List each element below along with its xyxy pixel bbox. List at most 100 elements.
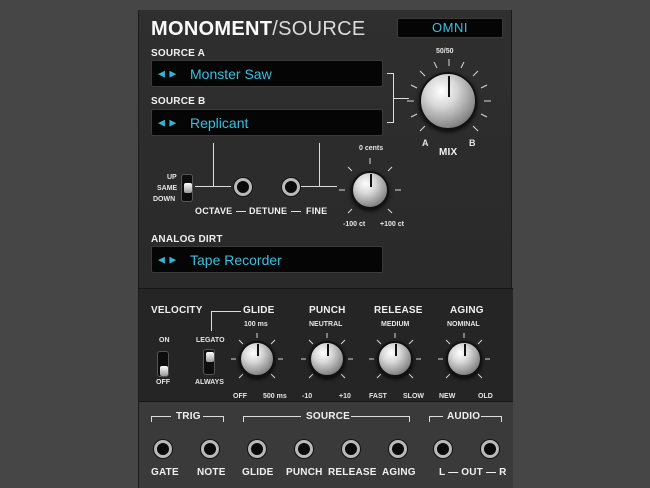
plugin-panel: MONOMENT/SOURCE OMNI SOURCE A ◀ ▶ Monste… [138, 10, 513, 488]
fine-max-label: +100 ct [380, 221, 404, 228]
octave-same-label: SAME [157, 185, 178, 192]
fine-connector [319, 143, 320, 186]
title-light: /SOURCE [272, 18, 366, 40]
octave-up-label: UP [167, 174, 177, 181]
punch-knob[interactable] [309, 341, 345, 377]
velocity-on-label: ON [159, 337, 170, 344]
mix-b-label: B [469, 138, 476, 148]
mix-center-label: 50/50 [436, 48, 454, 55]
release-label: RELEASE [374, 305, 423, 316]
aging-max-label: OLD [478, 393, 493, 400]
release-knob[interactable] [377, 341, 413, 377]
audio-bracket-rh [481, 416, 501, 417]
audio-label: AUDIO [447, 411, 481, 422]
mix-label: MIX [439, 147, 458, 158]
glide-knob[interactable] [239, 341, 275, 377]
analog-dirt-value: Tape Recorder [190, 251, 282, 268]
envelope-section: VELOCITY ON OFF GLIDE 100 ms LEGATO ALWA… [139, 288, 513, 402]
fine-label: FINE [306, 206, 328, 216]
source-bracket-lh [243, 416, 301, 417]
audio-bracket-lh [429, 416, 443, 417]
punch-jack[interactable] [295, 440, 313, 458]
punch-jack-label: PUNCH [286, 467, 323, 478]
glide-bracket-h [211, 311, 241, 312]
source-a-label: SOURCE A [151, 48, 206, 59]
aging-jack-label: AGING [382, 467, 416, 478]
velocity-off-label: OFF [156, 379, 170, 386]
glide-bracket-v [211, 311, 212, 331]
source-b-value: Replicant [190, 114, 249, 131]
release-top-label: MEDIUM [381, 321, 410, 328]
glide-label: GLIDE [243, 305, 275, 316]
glide-jack-label: GLIDE [242, 467, 274, 478]
glide-min-label: OFF [233, 393, 247, 400]
octave-label: OCTAVE [195, 206, 233, 216]
analog-dirt-label: ANALOG DIRT [151, 234, 223, 245]
plugin-title: MONOMENT/SOURCE [151, 18, 366, 41]
source-b-display[interactable]: ◀ ▶ Replicant [151, 109, 383, 136]
source-bracket-rh [351, 416, 409, 417]
octave-cv-jack[interactable] [234, 178, 252, 196]
punch-max-label: +10 [339, 393, 351, 400]
source-jacks-label: SOURCE [306, 411, 350, 422]
aging-label: AGING [450, 305, 484, 316]
fine-knob[interactable] [351, 171, 389, 209]
glide-legato-label: LEGATO [196, 337, 225, 344]
trig-label: TRIG [176, 411, 201, 422]
note-jack-label: NOTE [197, 467, 226, 478]
glide-max-label: 500 ms [263, 393, 287, 400]
fine-top-label: 0 cents [359, 145, 384, 152]
audio-out-l-jack[interactable] [434, 440, 452, 458]
release-jack[interactable] [342, 440, 360, 458]
aging-jack[interactable] [389, 440, 407, 458]
audio-out-label: L — OUT — R [439, 467, 507, 478]
gate-jack-label: GATE [151, 467, 179, 478]
fine-min-label: -100 ct [343, 221, 366, 228]
release-jack-label: RELEASE [328, 467, 377, 478]
note-jack[interactable] [201, 440, 219, 458]
detune-label: DETUNE [249, 206, 288, 216]
trig-bracket-r [223, 416, 224, 422]
velocity-label: VELOCITY [151, 305, 203, 316]
source-a-value: Monster Saw [190, 65, 272, 82]
aging-min-label: NEW [439, 393, 456, 400]
aging-top-label: NOMINAL [447, 321, 480, 328]
audio-out-r-jack[interactable] [481, 440, 499, 458]
glide-top-label: 100 ms [244, 321, 268, 328]
source-b-label: SOURCE B [151, 96, 206, 107]
analog-dirt-display[interactable]: ◀ ▶ Tape Recorder [151, 246, 383, 273]
title-bold: MONOMENT [151, 18, 273, 40]
omni-display[interactable]: OMNI [397, 18, 503, 38]
mix-a-label: A [422, 138, 429, 148]
octave-connector [213, 143, 214, 186]
glide-always-label: ALWAYS [195, 379, 224, 386]
source-b-arrows-icon[interactable]: ◀ ▶ [158, 117, 177, 128]
detune-dash-right [291, 211, 301, 212]
octave-switch[interactable] [181, 174, 193, 202]
octave-connector-h [195, 186, 231, 187]
trig-bracket-lh [151, 416, 171, 417]
source-bracket-r [409, 416, 410, 422]
audio-bracket-r [501, 416, 502, 422]
velocity-switch[interactable] [157, 351, 169, 377]
top-section: MONOMENT/SOURCE OMNI SOURCE A ◀ ▶ Monste… [139, 10, 513, 288]
aging-knob[interactable] [446, 341, 482, 377]
analog-dirt-arrows-icon[interactable]: ◀ ▶ [158, 254, 177, 265]
gate-jack[interactable] [154, 440, 172, 458]
source-a-display[interactable]: ◀ ▶ Monster Saw [151, 60, 383, 87]
patch-section: TRIG SOURCE AUDIO GATE NOTE GLIDE PUNCH … [139, 402, 513, 488]
punch-min-label: -10 [302, 393, 313, 400]
release-min-label: FAST [369, 393, 387, 400]
octave-down-label: DOWN [153, 196, 176, 203]
detune-dash-left [236, 211, 246, 212]
mix-knob[interactable] [419, 72, 477, 130]
release-max-label: SLOW [403, 393, 424, 400]
trig-bracket-rh [203, 416, 223, 417]
fine-cv-jack[interactable] [282, 178, 300, 196]
source-a-arrows-icon[interactable]: ◀ ▶ [158, 68, 177, 79]
fine-connector-h [301, 186, 337, 187]
punch-label: PUNCH [309, 305, 346, 316]
glide-jack[interactable] [248, 440, 266, 458]
glide-mode-switch[interactable] [203, 349, 215, 375]
punch-top-label: NEUTRAL [309, 321, 343, 328]
